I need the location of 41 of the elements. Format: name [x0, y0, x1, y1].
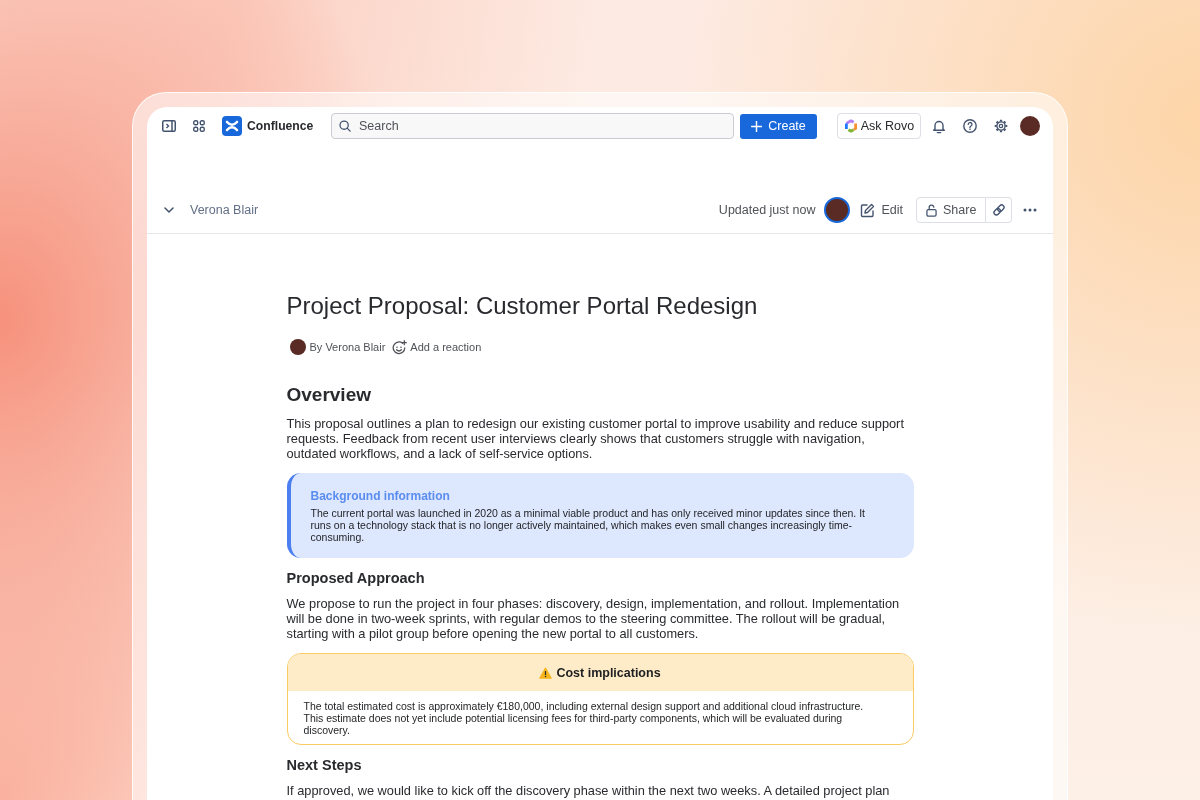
user-avatar[interactable]	[824, 197, 851, 223]
notifications-bell-icon[interactable]	[932, 118, 946, 134]
link-icon	[991, 203, 1006, 217]
panel-text: The current portal was launched in 2020 as a minimal viable product and has only received minor updates since then. It runs on a technology stack that is no longer actively maintained, which makes even small changes increasingly time-consuming.	[310, 507, 866, 543]
add-reaction-button[interactable]: Add a reaction	[392, 339, 482, 355]
app-grid-icon[interactable]	[193, 120, 205, 132]
search-field[interactable]: Search	[331, 113, 734, 139]
author-avatar	[289, 339, 306, 355]
profile-avatar[interactable]	[1020, 116, 1040, 136]
section-subheading: Next Steps	[286, 756, 363, 774]
edit-button[interactable]: Edit	[860, 202, 903, 218]
hexagon-logo-icon	[843, 119, 858, 133]
pencil-icon	[860, 202, 876, 218]
breadcrumb-link[interactable]: Verona Blair	[190, 203, 259, 217]
warning-icon	[539, 666, 553, 679]
panel-text: The total estimated cost is approximately €180,000, including external design support and additional cloud infrastructure. This estimate does not yet include potential licensing fees for third-party components, which will be evaluated during discovery.	[302, 699, 865, 738]
author-byline: By Verona Blair	[309, 341, 386, 353]
body-paragraph: We propose to run the project in four phases: discovery, design, implementation, and rollout. Implementation will be done in two-week sprints, with regular demos to the steering committee. The rollout will be gradual, starting with a pilot group before opening the new portal to all customers.	[286, 596, 901, 641]
copy-link-button[interactable]	[986, 197, 1012, 223]
body-paragraph: If approved, we would like to kick off the discovery phase within the next two weeks. A detailed project plan	[286, 783, 891, 798]
settings-icon[interactable]	[994, 119, 1008, 133]
product-name[interactable]: Confluence	[247, 119, 314, 133]
search-icon	[339, 120, 351, 132]
section-heading: Overview	[286, 383, 372, 407]
body-paragraph: This proposal outlines a plan to redesign our existing customer portal to improve usability and reduce support requests. Feedback from recent user interviews clearly shows that customers struggle with navigation, outdated workflows, and a lack of self-service options.	[286, 416, 905, 461]
page-title: Project Proposal: Customer Portal Redesign	[286, 291, 759, 321]
panel-title: Background information	[310, 488, 451, 504]
ask-rovo-button[interactable]: Ask Rovo	[837, 113, 921, 139]
update-status: Updated just now	[718, 203, 816, 217]
product-logo-icon[interactable]	[222, 116, 242, 136]
create-button[interactable]: Create	[740, 113, 817, 139]
share-button[interactable]: Share	[916, 197, 986, 223]
more-options-icon[interactable]	[1023, 208, 1037, 212]
sidebar-toggle-icon[interactable]	[162, 120, 176, 132]
help-icon[interactable]	[963, 119, 977, 133]
unlock-icon	[926, 203, 937, 217]
plus-icon	[751, 120, 763, 132]
panel-title: Cost implications	[556, 665, 661, 680]
section-subheading: Proposed Approach	[286, 569, 426, 587]
chevron-down-icon[interactable]	[164, 207, 174, 213]
smiley-plus-icon	[392, 339, 408, 355]
